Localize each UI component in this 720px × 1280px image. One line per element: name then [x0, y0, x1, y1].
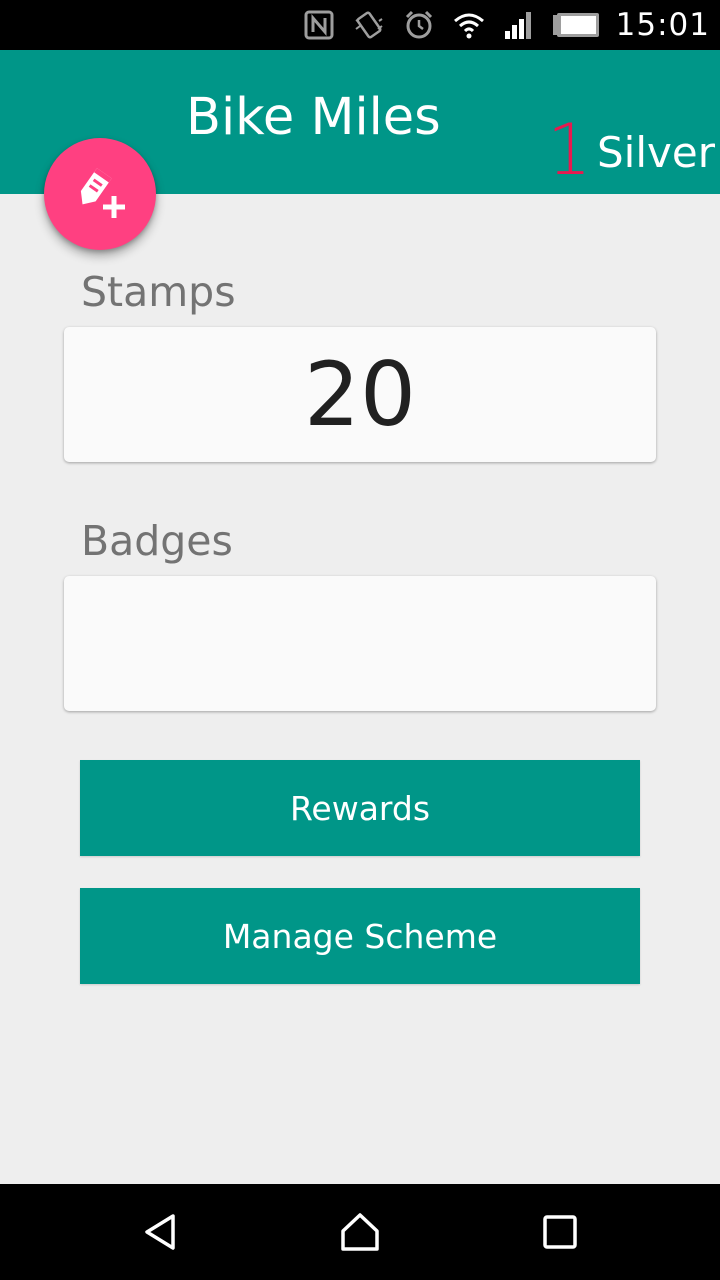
screen: 15:01 Bike Miles 1 Silver Stamps 20 Badg… — [0, 0, 720, 1280]
battery-icon — [552, 8, 600, 42]
wifi-icon — [452, 8, 486, 42]
badges-label: Badges — [81, 517, 233, 565]
manage-scheme-button[interactable]: Manage Scheme — [80, 888, 640, 984]
page-title: Bike Miles — [186, 88, 441, 147]
add-stamp-fab[interactable] — [44, 138, 156, 250]
status-bar: 15:01 — [0, 0, 720, 50]
stamps-card: 20 — [64, 327, 656, 462]
alarm-icon — [402, 8, 436, 42]
rewards-button[interactable]: Rewards — [80, 760, 640, 856]
home-icon[interactable] — [336, 1208, 384, 1256]
status-time: 15:01 — [615, 7, 710, 43]
signal-icon — [502, 8, 536, 42]
level-number: 1 — [547, 109, 592, 191]
level-name: Silver — [597, 128, 715, 177]
nfc-icon — [302, 8, 336, 42]
vibrate-icon — [352, 8, 386, 42]
status-icons: 15:01 — [302, 0, 710, 50]
edit-tag-add-icon — [68, 160, 132, 228]
navigation-bar — [0, 1184, 720, 1280]
recents-icon[interactable] — [536, 1208, 584, 1256]
stamps-count: 20 — [304, 343, 416, 446]
stamps-label: Stamps — [81, 268, 236, 316]
badges-card — [64, 576, 656, 711]
back-icon[interactable] — [136, 1208, 184, 1256]
